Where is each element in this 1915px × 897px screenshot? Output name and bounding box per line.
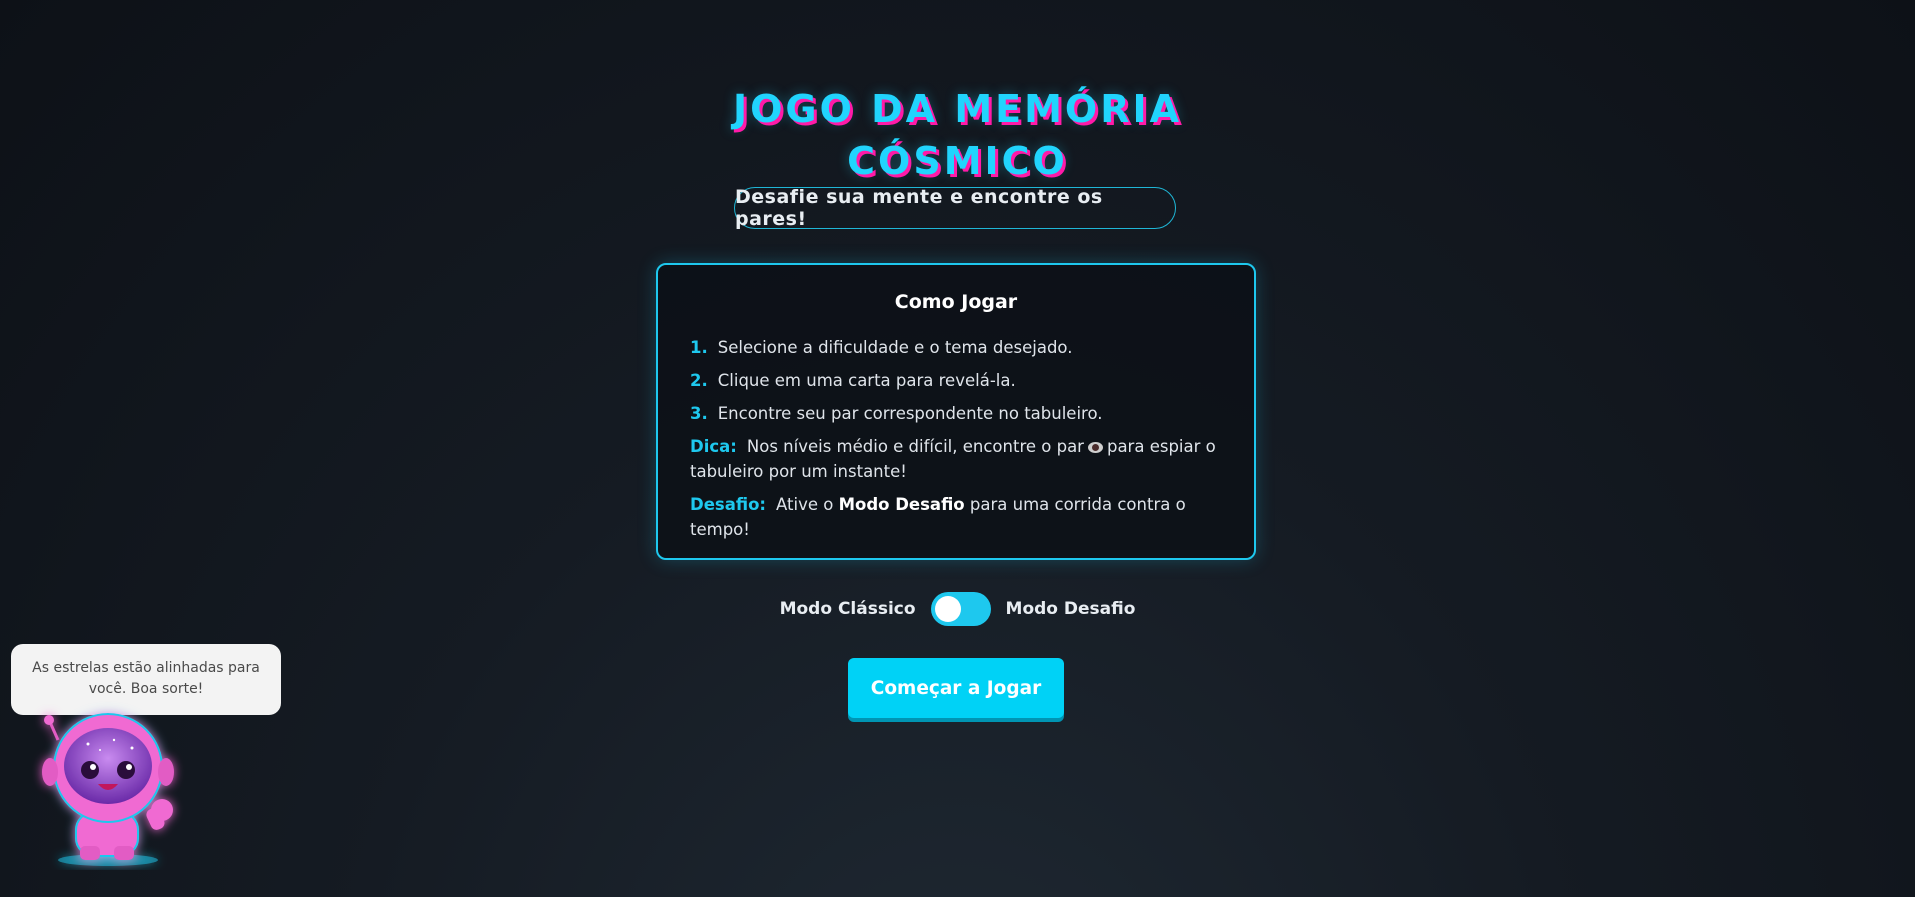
- challenge-text-before: Ative o: [776, 495, 834, 514]
- challenge-item: Desafio: Ative o Modo Desafio para uma co…: [690, 492, 1222, 542]
- step-number: 2.: [690, 371, 708, 390]
- step-text: Clique em uma carta para revelá-la.: [717, 371, 1016, 390]
- start-game-button[interactable]: Começar a Jogar: [848, 658, 1064, 718]
- classic-mode-label: Modo Clássico: [779, 599, 916, 619]
- game-title: JOGO DA MEMÓRIA CÓSMICO: [0, 83, 1915, 187]
- step-item-2: 2. Clique em uma carta para revelá-la.: [690, 368, 1222, 393]
- how-to-play-heading: Como Jogar: [894, 291, 1018, 313]
- game-title-line-2: CÓSMICO: [847, 139, 1068, 184]
- tip-text-before: Nos níveis médio e difícil, encontre o p…: [746, 437, 1084, 456]
- mode-toggle[interactable]: [930, 592, 991, 626]
- astronaut-alien-icon: [42, 713, 174, 866]
- step-item-3: 3. Encontre seu par correspondente no tab…: [690, 401, 1222, 426]
- game-title-line-1: JOGO DA MEMÓRIA: [732, 87, 1183, 132]
- challenge-label: Desafio:: [690, 495, 767, 514]
- tip-label: Dica:: [690, 437, 737, 456]
- step-text: Encontre seu par correspondente no tabul…: [717, 404, 1103, 423]
- subtitle-badge: Desafie sua mente e encontre os pares!: [734, 186, 1176, 230]
- toggle-knob: [934, 596, 961, 622]
- step-number: 1.: [690, 338, 708, 357]
- mode-selector: Modo Clássico Modo Desafio: [0, 592, 1915, 626]
- step-number: 3.: [690, 404, 708, 423]
- challenge-mode-label: Modo Desafio: [1005, 599, 1136, 619]
- step-text: Selecione a dificuldade e o tema desejad…: [717, 338, 1073, 357]
- challenge-mode-name: Modo Desafio: [838, 495, 965, 514]
- tip-item: Dica: Nos níveis médio e difícil, encontr…: [690, 434, 1222, 484]
- how-to-play-panel: Como Jogar 1. Selecione a dificuldade e o…: [656, 263, 1256, 560]
- step-item-1: 1. Selecione a dificuldade e o tema desej…: [690, 335, 1222, 360]
- eye-icon: [1087, 442, 1103, 453]
